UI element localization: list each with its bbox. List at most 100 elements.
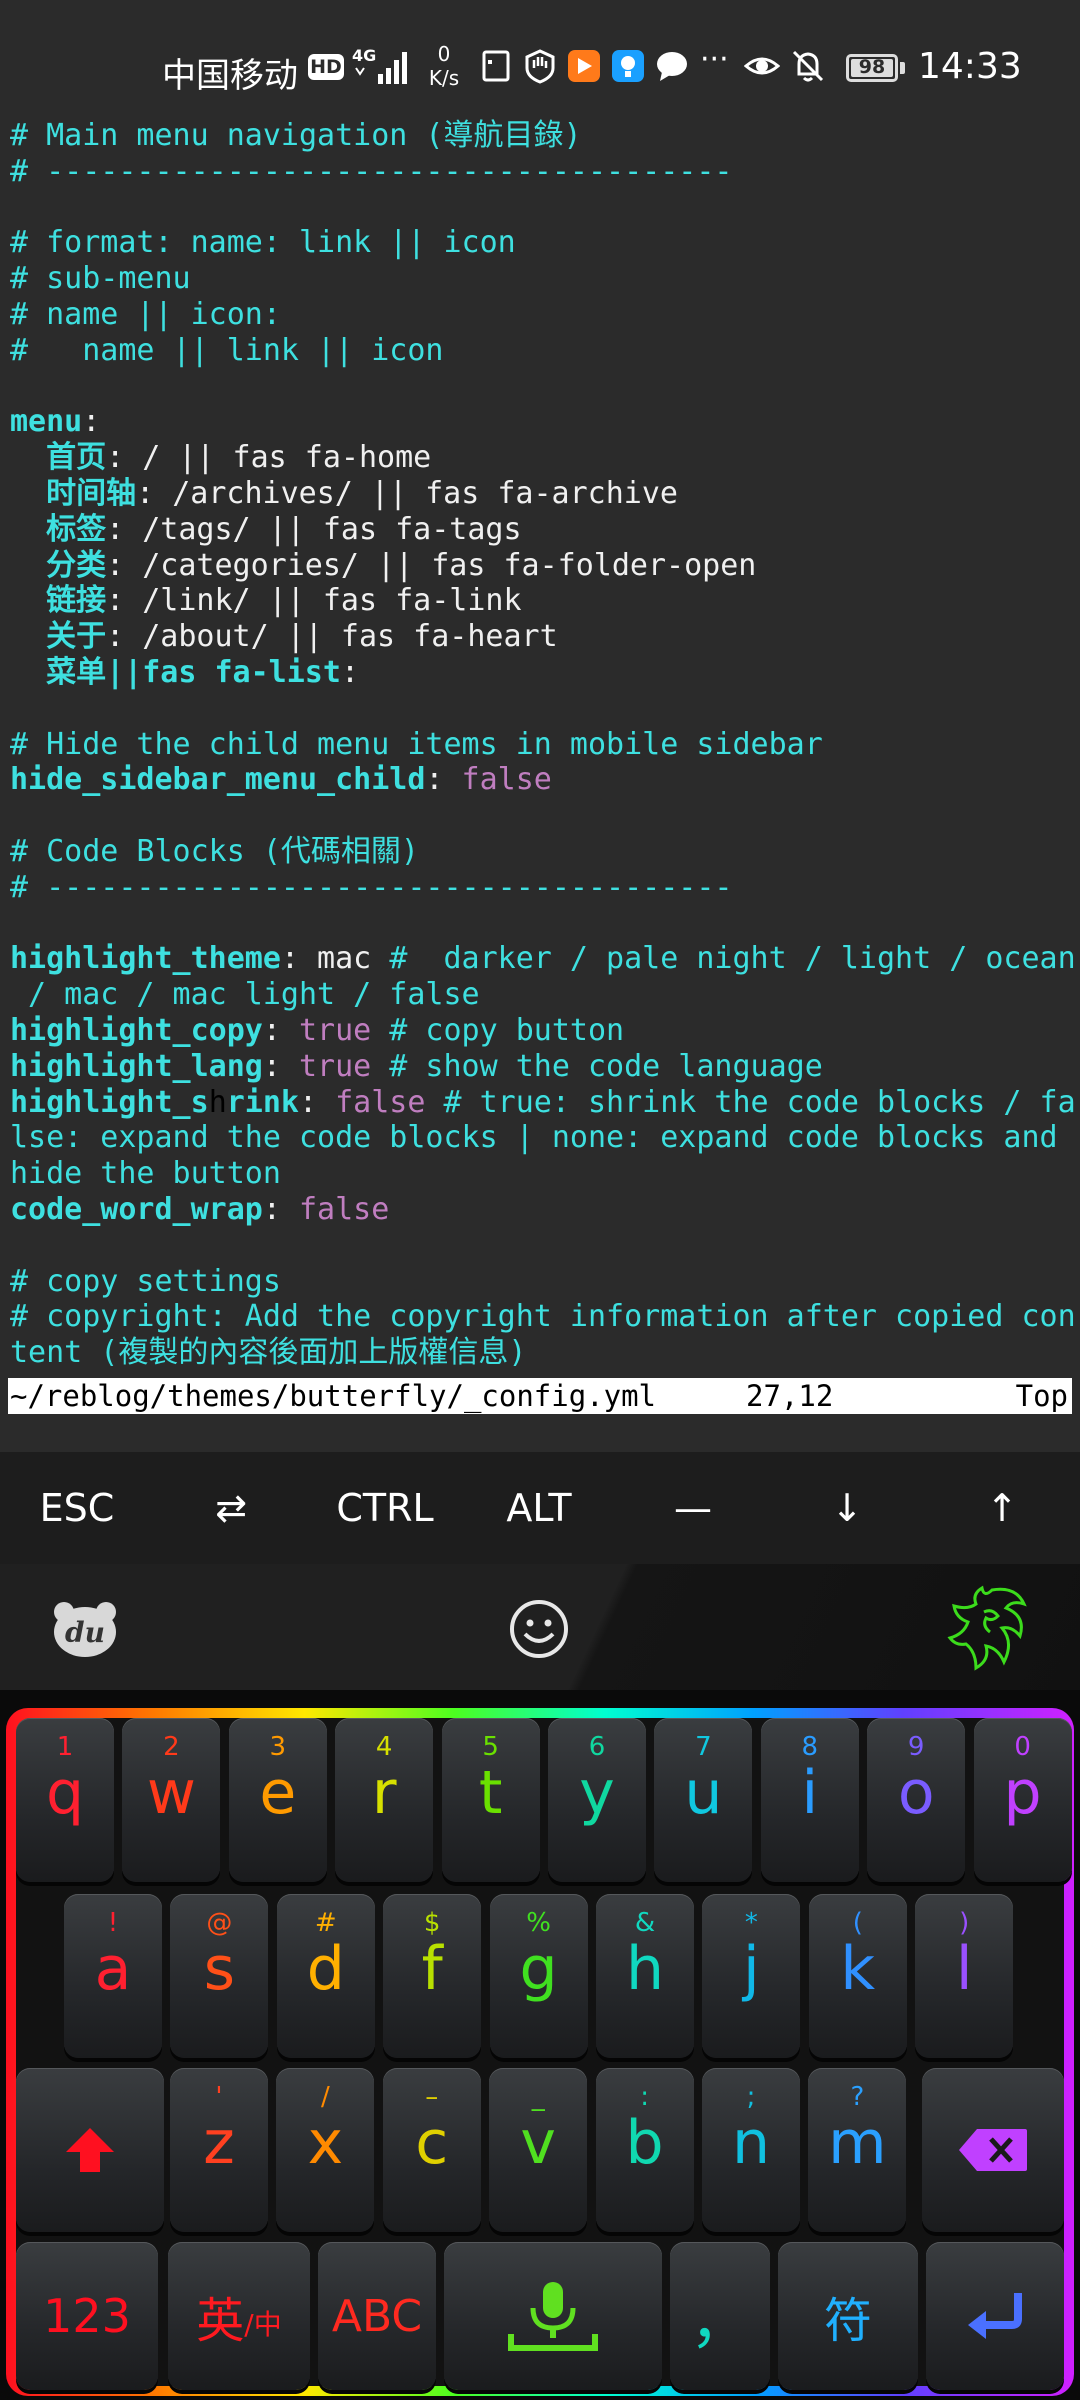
key-i[interactable]: 8i <box>760 1718 859 1882</box>
terminal-text: : <box>262 1048 299 1084</box>
terminal-text: : <box>82 404 101 440</box>
extra-key-alt[interactable]: ALT <box>462 1452 616 1564</box>
terminal-view[interactable]: # Main menu navigation (導航目錄) # ---------… <box>0 118 1080 1418</box>
phone-screen: 中国移动 HD 4G 0 K/s ··· 98 14:33 # Main men… <box>0 0 1080 2400</box>
key-t[interactable]: 5t <box>441 1718 540 1882</box>
key-label: o <box>897 1758 935 1828</box>
key-s[interactable]: @ s <box>170 1894 269 2058</box>
terminal-line: # name || link || icon <box>10 333 443 369</box>
key-label: l <box>955 1934 973 2004</box>
terminal-line: 菜单||fas fa-list: <box>10 655 359 691</box>
language-switch-key[interactable]: 英/中 <box>168 2242 310 2390</box>
key-c[interactable]: – c <box>382 2068 481 2232</box>
microphone-icon <box>444 2242 662 2390</box>
du-bear-logo-icon[interactable]: du <box>52 1600 118 1658</box>
key-n[interactable]: ; n <box>702 2068 800 2232</box>
key-label: q <box>45 1758 85 1828</box>
shift-key[interactable] <box>16 2068 164 2232</box>
carrier-name: 中国移动 <box>162 56 298 96</box>
vim-scroll-position: Top <box>1015 1379 1068 1413</box>
battery-level: 98 <box>858 56 886 78</box>
key-e[interactable]: 3e <box>228 1718 327 1882</box>
key-l[interactable]: ) l <box>915 1894 1014 2058</box>
terminal-text: # name || icon: <box>10 297 281 332</box>
more-dots-icon: ··· <box>700 42 729 77</box>
key-v[interactable]: _ v <box>489 2068 588 2232</box>
key-d[interactable]: # d <box>276 1894 375 2058</box>
key-f[interactable]: $ f <box>383 1894 482 2058</box>
key-label: a <box>94 1934 132 2004</box>
abc-key[interactable]: ABC <box>318 2242 436 2390</box>
key-g[interactable]: % g <box>489 1894 588 2058</box>
terminal-text: hide the button <box>10 1156 281 1192</box>
symbol-key[interactable]: 符 <box>778 2242 918 2390</box>
backspace-key[interactable] <box>922 2068 1064 2232</box>
emoji-smile-icon[interactable] <box>508 1598 570 1660</box>
terminal-text: true <box>299 1048 372 1084</box>
key-a[interactable]: ! a <box>64 1894 162 2058</box>
key-j[interactable]: * j <box>702 1894 801 2058</box>
eye-icon <box>744 57 780 75</box>
key-y[interactable]: 6y <box>548 1718 646 1882</box>
terminal-text: : /categories/ || fas fa-folder-open <box>106 547 757 583</box>
battery-icon: 98 <box>846 54 898 82</box>
key-w[interactable]: 2w <box>122 1718 221 1882</box>
key-label: b <box>625 2108 664 2178</box>
razer-snake-logo-icon[interactable] <box>946 1582 1040 1674</box>
ime-toolbar: du <box>0 1564 1080 1690</box>
key-label: v <box>520 2108 556 2178</box>
terminal-text: false <box>461 762 552 798</box>
shift-icon <box>16 2068 164 2232</box>
comma-key[interactable]: ， <box>670 2242 770 2390</box>
terminal-line: # Main menu navigation (導航目錄) <box>10 118 582 154</box>
enter-key[interactable] <box>926 2242 1064 2390</box>
terminal-text: # copy button <box>371 1013 625 1048</box>
terminal-line: # Hide the child menu items in mobile si… <box>10 727 823 763</box>
terminal-text: # format: name: link || icon <box>10 225 516 261</box>
key-o[interactable]: 9o <box>867 1718 966 1882</box>
terminal-text: # copy settings <box>10 1263 281 1299</box>
key-x[interactable]: / x <box>276 2068 375 2232</box>
extra-key-ctrl[interactable]: CTRL <box>308 1452 462 1564</box>
terminal-text: highlight_theme <box>10 941 281 977</box>
key-label: d <box>306 1934 345 2004</box>
key-k[interactable]: (k <box>808 1894 907 2058</box>
terminal-line: # name || icon: <box>10 297 281 333</box>
key-b[interactable]: :b <box>595 2068 694 2232</box>
extra-key-dash[interactable]: — <box>616 1452 770 1564</box>
extra-key-up[interactable]: ↑ <box>924 1452 1080 1564</box>
svg-text:du: du <box>65 1616 105 1649</box>
extra-key-esc[interactable]: ESC <box>0 1452 154 1564</box>
terminal-text: # Main menu navigation (導航目錄) <box>10 118 582 153</box>
terminal-text: 标签 <box>10 511 107 547</box>
clock: 14:33 <box>918 46 1022 87</box>
terminal-text: # copyright: Add the copyright informati… <box>10 1299 1076 1335</box>
extra-key-tab[interactable]: ⇄ <box>154 1452 308 1564</box>
key-z[interactable]: ' z <box>170 2068 268 2232</box>
terminal-line: 首页: / || fas fa-home <box>10 440 431 476</box>
key-q[interactable]: 1q <box>16 1718 114 1882</box>
space-voice-key[interactable] <box>444 2242 662 2390</box>
key-r[interactable]: 4r <box>335 1718 434 1882</box>
keyboard-rgb-frame: 1 q 2 w 3 e 4 r 5 t 6 y 7 u 8 i 9 o 0 p ! a @ s # d $ f% g & h * j(k) l ' z… <box>6 1708 1074 2396</box>
terminal-line: # copyright: Add the copyright informati… <box>10 1299 1076 1335</box>
terminal-text: 关于 <box>10 619 107 655</box>
key-h[interactable]: & h <box>596 1894 694 2058</box>
keyboard: 1 q 2 w 3 e 4 r 5 t 6 y 7 u 8 i 9 o 0 p ! a @ s # d $ f% g & h * j(k) l ' z… <box>0 1690 1080 2400</box>
key-m[interactable]: ? m <box>808 2068 907 2232</box>
key-label: y <box>579 1758 615 1828</box>
terminal-text: : <box>425 762 462 798</box>
terminal-line: # copy settings <box>10 1264 281 1300</box>
terminal-text: # name || link || icon <box>10 332 444 368</box>
orange-app-icon <box>568 50 600 82</box>
terminal-line: # -------------------------------------- <box>10 870 732 906</box>
terminal-text: highlight_s <box>10 1084 209 1120</box>
terminal-line: menu: <box>10 404 100 440</box>
key-u[interactable]: 7u <box>654 1718 753 1882</box>
extra-key-down[interactable]: ↓ <box>770 1452 924 1564</box>
bell-off-icon <box>792 50 824 82</box>
number-mode-key[interactable]: 123 <box>16 2242 158 2390</box>
terminal-line: 链接: /link/ || fas fa-link <box>10 583 521 619</box>
key-p[interactable]: 0p <box>973 1718 1072 1882</box>
terminal-line: 标签: /tags/ || fas fa-tags <box>10 511 521 548</box>
